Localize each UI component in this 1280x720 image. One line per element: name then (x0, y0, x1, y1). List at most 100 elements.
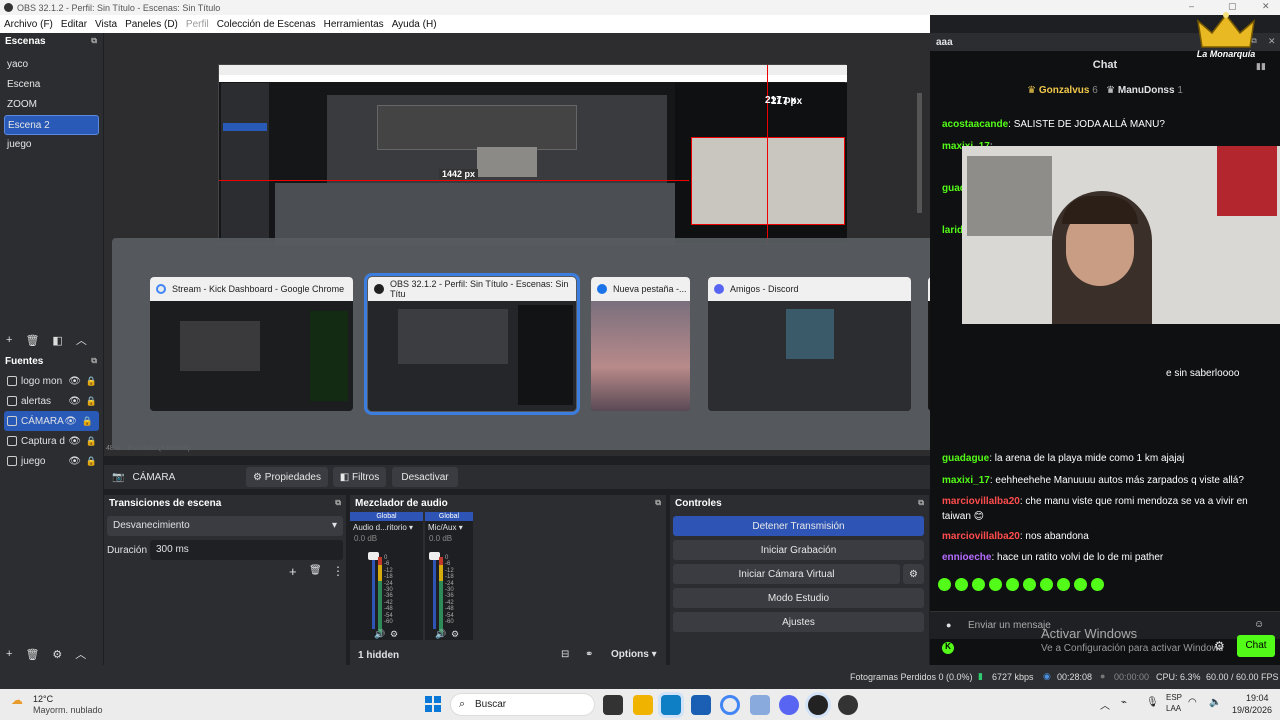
scene-item[interactable]: yaco (0, 55, 103, 75)
clock-time[interactable]: 19:04 (1246, 693, 1269, 703)
menu-perfil[interactable]: Perfil (186, 19, 209, 30)
emoji-icon[interactable]: ☺ (1254, 619, 1264, 630)
file-explorer-icon[interactable] (633, 695, 653, 715)
gear-icon[interactable]: ⚙ (903, 564, 924, 584)
trash-icon[interactable]: 🗑 (309, 565, 322, 576)
emote-icon[interactable] (972, 578, 985, 591)
menu-paneles[interactable]: Paneles (D) (125, 19, 178, 30)
send-chat-button[interactable]: Chat (1237, 635, 1275, 657)
stop-stream-button[interactable]: Detener Transmisión (673, 516, 924, 536)
source-item[interactable]: juego 👁 🔒 (0, 451, 103, 471)
emote-icon[interactable] (1006, 578, 1019, 591)
eye-icon[interactable]: 👁 (68, 436, 81, 447)
emote-icon[interactable] (1057, 578, 1070, 591)
filters-icon[interactable]: ◧ (52, 334, 62, 347)
properties-button[interactable]: ⚙ Propiedades (246, 467, 328, 487)
float-icon[interactable]: ⧉ (655, 498, 661, 508)
switcher-card[interactable]: Amigos - Discord (708, 277, 911, 411)
store-icon[interactable] (691, 695, 711, 715)
microphone-icon[interactable]: 🎙 (1146, 697, 1159, 708)
app-icon[interactable] (750, 695, 770, 715)
channel-name[interactable]: Mic/Aux ▾ (425, 521, 473, 534)
float-icon[interactable]: ⧉ (91, 356, 97, 366)
trash-icon[interactable]: 🗑 (25, 334, 39, 347)
weather-text[interactable]: Mayorm. nublado (33, 705, 103, 715)
menu-editar[interactable]: Editar (61, 19, 87, 30)
volume-slider[interactable] (433, 557, 436, 629)
emote-icon[interactable] (1074, 578, 1087, 591)
chat-user[interactable]: ennioeche (942, 552, 991, 563)
duration-input[interactable]: 300 ms (150, 540, 343, 560)
deactivate-button[interactable]: Desactivar (392, 467, 458, 487)
eye-icon[interactable]: 👁 (64, 416, 77, 427)
move-up-icon[interactable]: ︿ (75, 646, 86, 662)
speaker-icon[interactable]: 🔊 (435, 629, 446, 640)
weather-temp[interactable]: 12°C (33, 694, 53, 704)
obs-icon[interactable] (808, 695, 828, 715)
emote-icon[interactable] (989, 578, 1002, 591)
scene-item[interactable]: juego (0, 135, 103, 155)
source-item[interactable]: logo mon 👁 🔒 (0, 371, 103, 391)
preview-scrollbar[interactable] (917, 93, 922, 213)
chevron-up-icon[interactable]: ︿ (1100, 697, 1110, 712)
emote-icon[interactable] (1091, 578, 1104, 591)
chrome-icon[interactable] (720, 695, 740, 715)
minimize-button[interactable]: – (1189, 1, 1194, 11)
source-item-selected[interactable]: CÁMARA 👁 🔒 (4, 411, 99, 431)
add-icon[interactable]: + (6, 334, 12, 346)
chat-user[interactable]: marciovillalba20 (942, 496, 1020, 507)
menu-ayuda[interactable]: Ayuda (H) (392, 19, 437, 30)
clock-date[interactable]: 19/8/2026 (1232, 705, 1272, 715)
edge-icon[interactable] (661, 695, 681, 715)
trash-icon[interactable]: 🗑 (25, 648, 39, 661)
settings-button[interactable]: Ajustes (673, 612, 924, 632)
emote-icon[interactable] (938, 578, 951, 591)
lock-icon[interactable]: 🔒 (82, 416, 93, 427)
gear-icon[interactable]: ⚙ (390, 629, 398, 640)
channel-name[interactable]: Audio d...ritorio ▾ (350, 521, 423, 534)
network-icon[interactable]: ⌁ (1121, 697, 1127, 708)
menu-herramientas[interactable]: Herramientas (324, 19, 384, 30)
scene-item[interactable]: Escena (0, 75, 103, 95)
close-icon[interactable]: ✕ (1268, 36, 1276, 47)
source-item[interactable]: Captura d 👁 🔒 (0, 431, 103, 451)
layout-icon[interactable]: ⊟ (561, 649, 569, 660)
move-up-icon[interactable]: ︿ (76, 332, 87, 348)
volume-icon[interactable]: 🔈 (1209, 697, 1221, 708)
speaker-icon[interactable]: 🔊 (374, 629, 385, 640)
stats-icon[interactable]: ▮▮ (1256, 61, 1266, 72)
switcher-card[interactable]: Nueva pestaña -... (591, 277, 690, 411)
language-bottom[interactable]: LAA (1166, 704, 1181, 713)
transition-select[interactable]: Desvanecimiento ▾ (107, 516, 343, 536)
menu-coleccion-escenas[interactable]: Colección de Escenas (217, 19, 316, 30)
eye-icon[interactable]: 👁 (68, 376, 81, 387)
lock-icon[interactable]: 🔒 (86, 376, 97, 387)
volume-slider[interactable] (372, 557, 375, 629)
virtual-camera-button[interactable]: Iniciar Cámara Virtual (673, 564, 900, 584)
lock-icon[interactable]: 🔒 (86, 456, 97, 467)
switcher-card-active[interactable]: OBS 32.1.2 - Perfil: Sin Título - Escena… (364, 273, 580, 415)
float-icon[interactable]: ⧉ (335, 498, 341, 508)
discord-icon[interactable] (779, 695, 799, 715)
gear-icon[interactable]: ⚙ (1214, 639, 1225, 653)
start-recording-button[interactable]: Iniciar Grabación (673, 540, 924, 560)
app-icon[interactable] (838, 695, 858, 715)
language-top[interactable]: ESP (1166, 693, 1182, 702)
emote-icon[interactable] (1023, 578, 1036, 591)
add-icon[interactable]: + (6, 648, 12, 660)
task-view-icon[interactable] (603, 695, 623, 715)
menu-dots-icon[interactable]: ⋮ (332, 564, 344, 578)
scene-item-selected[interactable]: Escena 2 (4, 115, 99, 135)
float-icon[interactable]: ⧉ (918, 498, 924, 508)
chat-user[interactable]: maxixi_17 (942, 475, 990, 486)
gear-icon[interactable]: ⚙ (52, 648, 62, 661)
lock-icon[interactable]: 🔒 (86, 436, 97, 447)
add-icon[interactable]: + (289, 564, 297, 579)
chat-user[interactable]: acostaacande (942, 119, 1008, 130)
scene-item[interactable]: ZOOM (0, 95, 103, 115)
eye-icon[interactable]: 👁 (68, 396, 81, 407)
chat-user[interactable]: marciovillalba20 (942, 531, 1020, 542)
chat-user[interactable]: guadague (942, 453, 989, 464)
gear-icon[interactable]: ⚙ (451, 629, 459, 640)
options-menu[interactable]: Options ▾ (611, 649, 657, 660)
